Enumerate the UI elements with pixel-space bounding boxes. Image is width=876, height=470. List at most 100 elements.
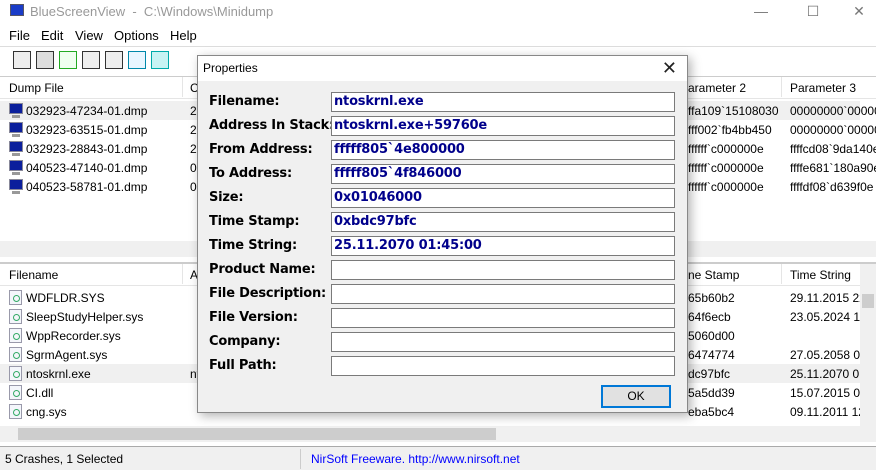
app-icon	[10, 4, 24, 16]
time-stamp: 65b60b2	[688, 291, 735, 305]
field-value[interactable]	[331, 260, 675, 280]
parameter-3: ffffcd08`9da140e	[790, 142, 876, 156]
col-dump-file[interactable]: Dump File	[9, 81, 64, 95]
field-label: Time String:	[209, 238, 298, 253]
dump-file-name: 032923-28843-01.dmp	[26, 142, 148, 156]
field-label: Time Stamp:	[209, 214, 300, 229]
dump-file-icon	[9, 179, 23, 194]
vertical-scroll-thumb[interactable]	[862, 294, 874, 308]
col-parameter-3[interactable]: Parameter 3	[790, 81, 856, 95]
dump-file-name: 032923-47234-01.dmp	[26, 104, 148, 118]
find-icon[interactable]	[128, 51, 146, 69]
time-stamp: eba5bc4	[688, 405, 735, 419]
field-label: Address In Stack:	[209, 118, 335, 133]
parameter-3: 00000000`000000	[790, 123, 876, 137]
menu-file[interactable]: File	[9, 28, 30, 43]
module-filename: SleepStudyHelper.sys	[26, 310, 144, 324]
dialog-title: Properties	[203, 61, 258, 75]
field-label: Filename:	[209, 94, 280, 109]
field-value[interactable]: 25.11.2070 01:45:00	[331, 236, 675, 256]
field-value[interactable]: 0xbdc97bfc	[331, 212, 675, 232]
dialog-close-button[interactable]: ✕	[662, 58, 677, 79]
status-count: 5 Crashes, 1 Selected	[5, 452, 124, 466]
field-value[interactable]: 0x01046000	[331, 188, 675, 208]
exit-icon[interactable]	[151, 51, 169, 69]
field-label: Size:	[209, 190, 244, 205]
field-value[interactable]	[331, 332, 675, 352]
field-value[interactable]: ntoskrnl.exe+59760e	[331, 116, 675, 136]
field-label: Product Name:	[209, 262, 316, 277]
time-stamp: 5060d00	[688, 329, 735, 343]
horizontal-scroll-thumb[interactable]	[18, 428, 496, 440]
close-button[interactable]: ✕	[836, 0, 876, 24]
properties-dialog: Properties ✕ Filename: ntoskrnl.exe Addres…	[197, 55, 688, 413]
module-filename: WDFLDR.SYS	[26, 291, 105, 305]
menu-bar: File Edit View Options Help	[0, 24, 876, 46]
time-stamp: 64f6ecb	[688, 310, 731, 324]
module-file-icon	[9, 309, 22, 324]
col-parameter-2[interactable]: arameter 2	[688, 81, 746, 95]
field-value[interactable]: fffff805`4e800000	[331, 140, 675, 160]
field-value[interactable]	[331, 308, 675, 328]
col-time-stamp[interactable]: ne Stamp	[688, 268, 739, 282]
field-label: From Address:	[209, 142, 313, 157]
module-file-icon	[9, 290, 22, 305]
window-title: BlueScreenView - C:\Windows\Minidump	[30, 4, 274, 19]
module-filename: WppRecorder.sys	[26, 329, 121, 343]
module-filename: CI.dll	[26, 386, 54, 400]
minimize-button[interactable]: —	[738, 0, 784, 24]
field-label: File Version:	[209, 310, 298, 325]
field-value[interactable]	[331, 284, 675, 304]
module-file-icon	[9, 366, 22, 381]
parameter-2: ffa109`15108030	[688, 104, 779, 118]
nirsoft-link[interactable]: NirSoft Freeware. http://www.nirsoft.net	[311, 452, 520, 466]
time-stamp: 5a5dd39	[688, 386, 735, 400]
module-file-icon	[9, 347, 22, 362]
module-filename: ntoskrnl.exe	[26, 367, 91, 381]
parameter-2: fff002`fb4bb450	[688, 123, 772, 137]
time-stamp: 6474774	[688, 348, 735, 362]
dump-file-name: 040523-47140-01.dmp	[26, 161, 148, 175]
col-time-string[interactable]: Time String	[790, 268, 851, 282]
field-value[interactable]: ntoskrnl.exe	[331, 92, 675, 112]
options-icon[interactable]	[105, 51, 123, 69]
ok-button[interactable]: OK	[601, 385, 671, 408]
dump-file-icon	[9, 122, 23, 137]
maximize-button[interactable]: ☐	[790, 0, 836, 24]
menu-edit[interactable]: Edit	[41, 28, 63, 43]
menu-options[interactable]: Options	[114, 28, 159, 43]
parameter-3: 00000000`000000	[790, 104, 876, 118]
dialog-title-bar: Properties ✕	[198, 56, 687, 81]
module-file-icon	[9, 385, 22, 400]
field-label: To Address:	[209, 166, 292, 181]
lower-vertical-scrollbar[interactable]	[860, 264, 876, 426]
parameter-3: ffffe681`180a90e	[790, 161, 876, 175]
parameter-2: ffffff`c000000e	[688, 180, 764, 194]
module-filename: SgrmAgent.sys	[26, 348, 108, 362]
module-filename: cng.sys	[26, 405, 67, 419]
status-bar: 5 Crashes, 1 Selected NirSoft Freeware. …	[0, 446, 876, 470]
dump-file-icon	[9, 103, 23, 118]
field-label: Full Path:	[209, 358, 277, 373]
field-value[interactable]	[331, 356, 675, 376]
properties-icon[interactable]	[13, 51, 31, 69]
dump-file-name: 032923-63515-01.dmp	[26, 123, 148, 137]
parameter-3: ffffdf08`d639f0e	[790, 180, 874, 194]
save-icon[interactable]	[36, 51, 54, 69]
field-label: Company:	[209, 334, 281, 349]
field-label: File Description:	[209, 286, 327, 301]
dump-file-icon	[9, 160, 23, 175]
dump-file-icon	[9, 141, 23, 156]
title-bar: BlueScreenView - C:\Windows\Minidump — ☐…	[0, 0, 876, 24]
copy-icon[interactable]	[82, 51, 100, 69]
parameter-2: ffffff`c000000e	[688, 142, 764, 156]
menu-view[interactable]: View	[75, 28, 103, 43]
lower-horizontal-scrollbar[interactable]	[0, 426, 876, 442]
parameter-2: ffffff`c000000e	[688, 161, 764, 175]
col-filename[interactable]: Filename	[9, 268, 58, 282]
time-stamp: dc97bfc	[688, 367, 731, 381]
module-file-icon	[9, 328, 22, 343]
field-value[interactable]: fffff805`4f846000	[331, 164, 675, 184]
refresh-icon[interactable]	[59, 51, 77, 69]
menu-help[interactable]: Help	[170, 28, 197, 43]
